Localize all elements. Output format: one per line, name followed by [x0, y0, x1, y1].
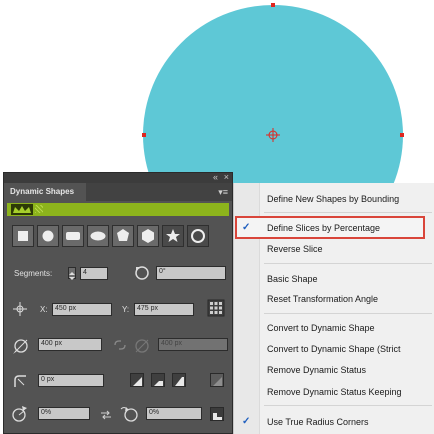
- menu-item-true-radius[interactable]: Use True Radius Corners: [267, 416, 369, 428]
- rotation-field[interactable]: 0°: [156, 266, 226, 280]
- top-handle[interactable]: [271, 3, 275, 7]
- corner-style-round-button[interactable]: [130, 373, 144, 387]
- circle-icon: [42, 230, 54, 242]
- swap-icon[interactable]: [99, 409, 113, 421]
- menu-separator: [264, 405, 432, 406]
- panel-tabbar: Dynamic Shapes ▾≡: [4, 183, 232, 201]
- slice-corner-icon: [213, 413, 222, 420]
- segments-label: Segments:: [14, 269, 53, 278]
- rounded-rect-icon: [66, 232, 80, 240]
- menu-item-remove-dynamic-keeping[interactable]: Remove Dynamic Status Keeping: [267, 386, 402, 398]
- y-label: Y:: [122, 305, 130, 314]
- circle-shape-button[interactable]: [37, 225, 59, 247]
- checkmark-icon: ✓: [242, 222, 251, 233]
- ellipse-shape-button[interactable]: [87, 225, 109, 247]
- stepper-arrows-icon: [69, 272, 75, 280]
- height-field[interactable]: 400 px: [158, 338, 228, 351]
- menu-item-define-new-shapes[interactable]: Define New Shapes by Bounding: [267, 193, 399, 205]
- brand-bar: [7, 203, 229, 216]
- slice-start-field[interactable]: 0%: [38, 407, 90, 420]
- segments-field[interactable]: 4: [80, 267, 108, 280]
- corner-radius-field[interactable]: 0 px: [38, 374, 104, 387]
- size-circle-alt-icon: [135, 339, 149, 353]
- collapse-button[interactable]: «: [213, 172, 218, 182]
- menu-item-reverse-slice[interactable]: Reverse Slice: [267, 243, 323, 255]
- hexagon-icon: [142, 229, 154, 243]
- chamfer-corner-icon: [175, 377, 184, 386]
- rounded-rect-shape-button[interactable]: [62, 225, 84, 247]
- polygon-icon: [117, 229, 129, 241]
- corner-radius-icon[interactable]: [12, 373, 28, 389]
- menu-item-basic-shape[interactable]: Basic Shape: [267, 273, 318, 285]
- fancy-corner-icon: [213, 377, 222, 386]
- x-label: X:: [40, 305, 48, 314]
- rectangle-icon: [18, 231, 28, 241]
- ellipse-icon: [90, 231, 106, 241]
- close-button[interactable]: ×: [224, 172, 229, 182]
- round-corner-icon: [133, 377, 142, 386]
- slice-start-icon[interactable]: [10, 405, 28, 423]
- panel-topbar: « ×: [4, 172, 232, 183]
- y-position-field[interactable]: 475 px: [134, 303, 194, 316]
- menu-separator: [264, 313, 432, 314]
- menu-separator: [264, 212, 432, 213]
- star-icon: [166, 229, 180, 242]
- slice-end-icon[interactable]: [120, 405, 140, 423]
- panel-flyout-menu: Define New Shapes by Bounding ✓ Define S…: [233, 183, 434, 434]
- width-field[interactable]: 400 px: [38, 338, 102, 351]
- menu-item-define-slices[interactable]: Define Slices by Percentage: [267, 222, 380, 234]
- crown-logo-icon: [11, 204, 33, 215]
- corner-style-inverse-button[interactable]: [151, 373, 165, 387]
- size-circle-icon[interactable]: [12, 337, 32, 355]
- panel-menu-button[interactable]: ▾≡: [218, 186, 228, 198]
- alignment-grid-icon[interactable]: [207, 299, 225, 317]
- right-handle[interactable]: [400, 133, 404, 137]
- left-handle[interactable]: [142, 133, 146, 137]
- hexagon-shape-button[interactable]: [137, 225, 159, 247]
- tab-dynamic-shapes[interactable]: Dynamic Shapes: [4, 183, 86, 201]
- dynamic-shapes-panel: « × Dynamic Shapes ▾≡ Segments: 4 0° X: …: [3, 172, 233, 434]
- menu-item-convert-dynamic[interactable]: Convert to Dynamic Shape: [267, 322, 375, 334]
- corner-style-chamfer-button[interactable]: [172, 373, 186, 387]
- menu-item-convert-dynamic-strict[interactable]: Convert to Dynamic Shape (Strict: [267, 343, 401, 355]
- menu-item-remove-dynamic[interactable]: Remove Dynamic Status: [267, 364, 366, 376]
- rectangle-shape-button[interactable]: [12, 225, 34, 247]
- ring-shape-button[interactable]: [187, 225, 209, 247]
- star-shape-button[interactable]: [162, 225, 184, 247]
- move-crosshair-icon[interactable]: [12, 301, 28, 317]
- brand-dots-icon: [35, 205, 43, 213]
- rotate-icon[interactable]: [134, 265, 150, 281]
- inverse-corner-icon: [154, 377, 163, 386]
- corner-style-extra-button[interactable]: [210, 373, 224, 387]
- polygon-shape-button[interactable]: [112, 225, 134, 247]
- slice-corner-button[interactable]: [210, 407, 224, 421]
- link-icon[interactable]: [113, 339, 127, 351]
- ring-icon: [191, 229, 205, 243]
- checkmark-icon: ✓: [242, 416, 251, 427]
- menu-separator: [264, 263, 432, 264]
- segments-stepper[interactable]: [68, 267, 76, 280]
- x-position-field[interactable]: 450 px: [52, 303, 112, 316]
- menu-item-reset-angle[interactable]: Reset Transformation Angle: [267, 293, 378, 305]
- slice-end-field[interactable]: 0%: [146, 407, 202, 420]
